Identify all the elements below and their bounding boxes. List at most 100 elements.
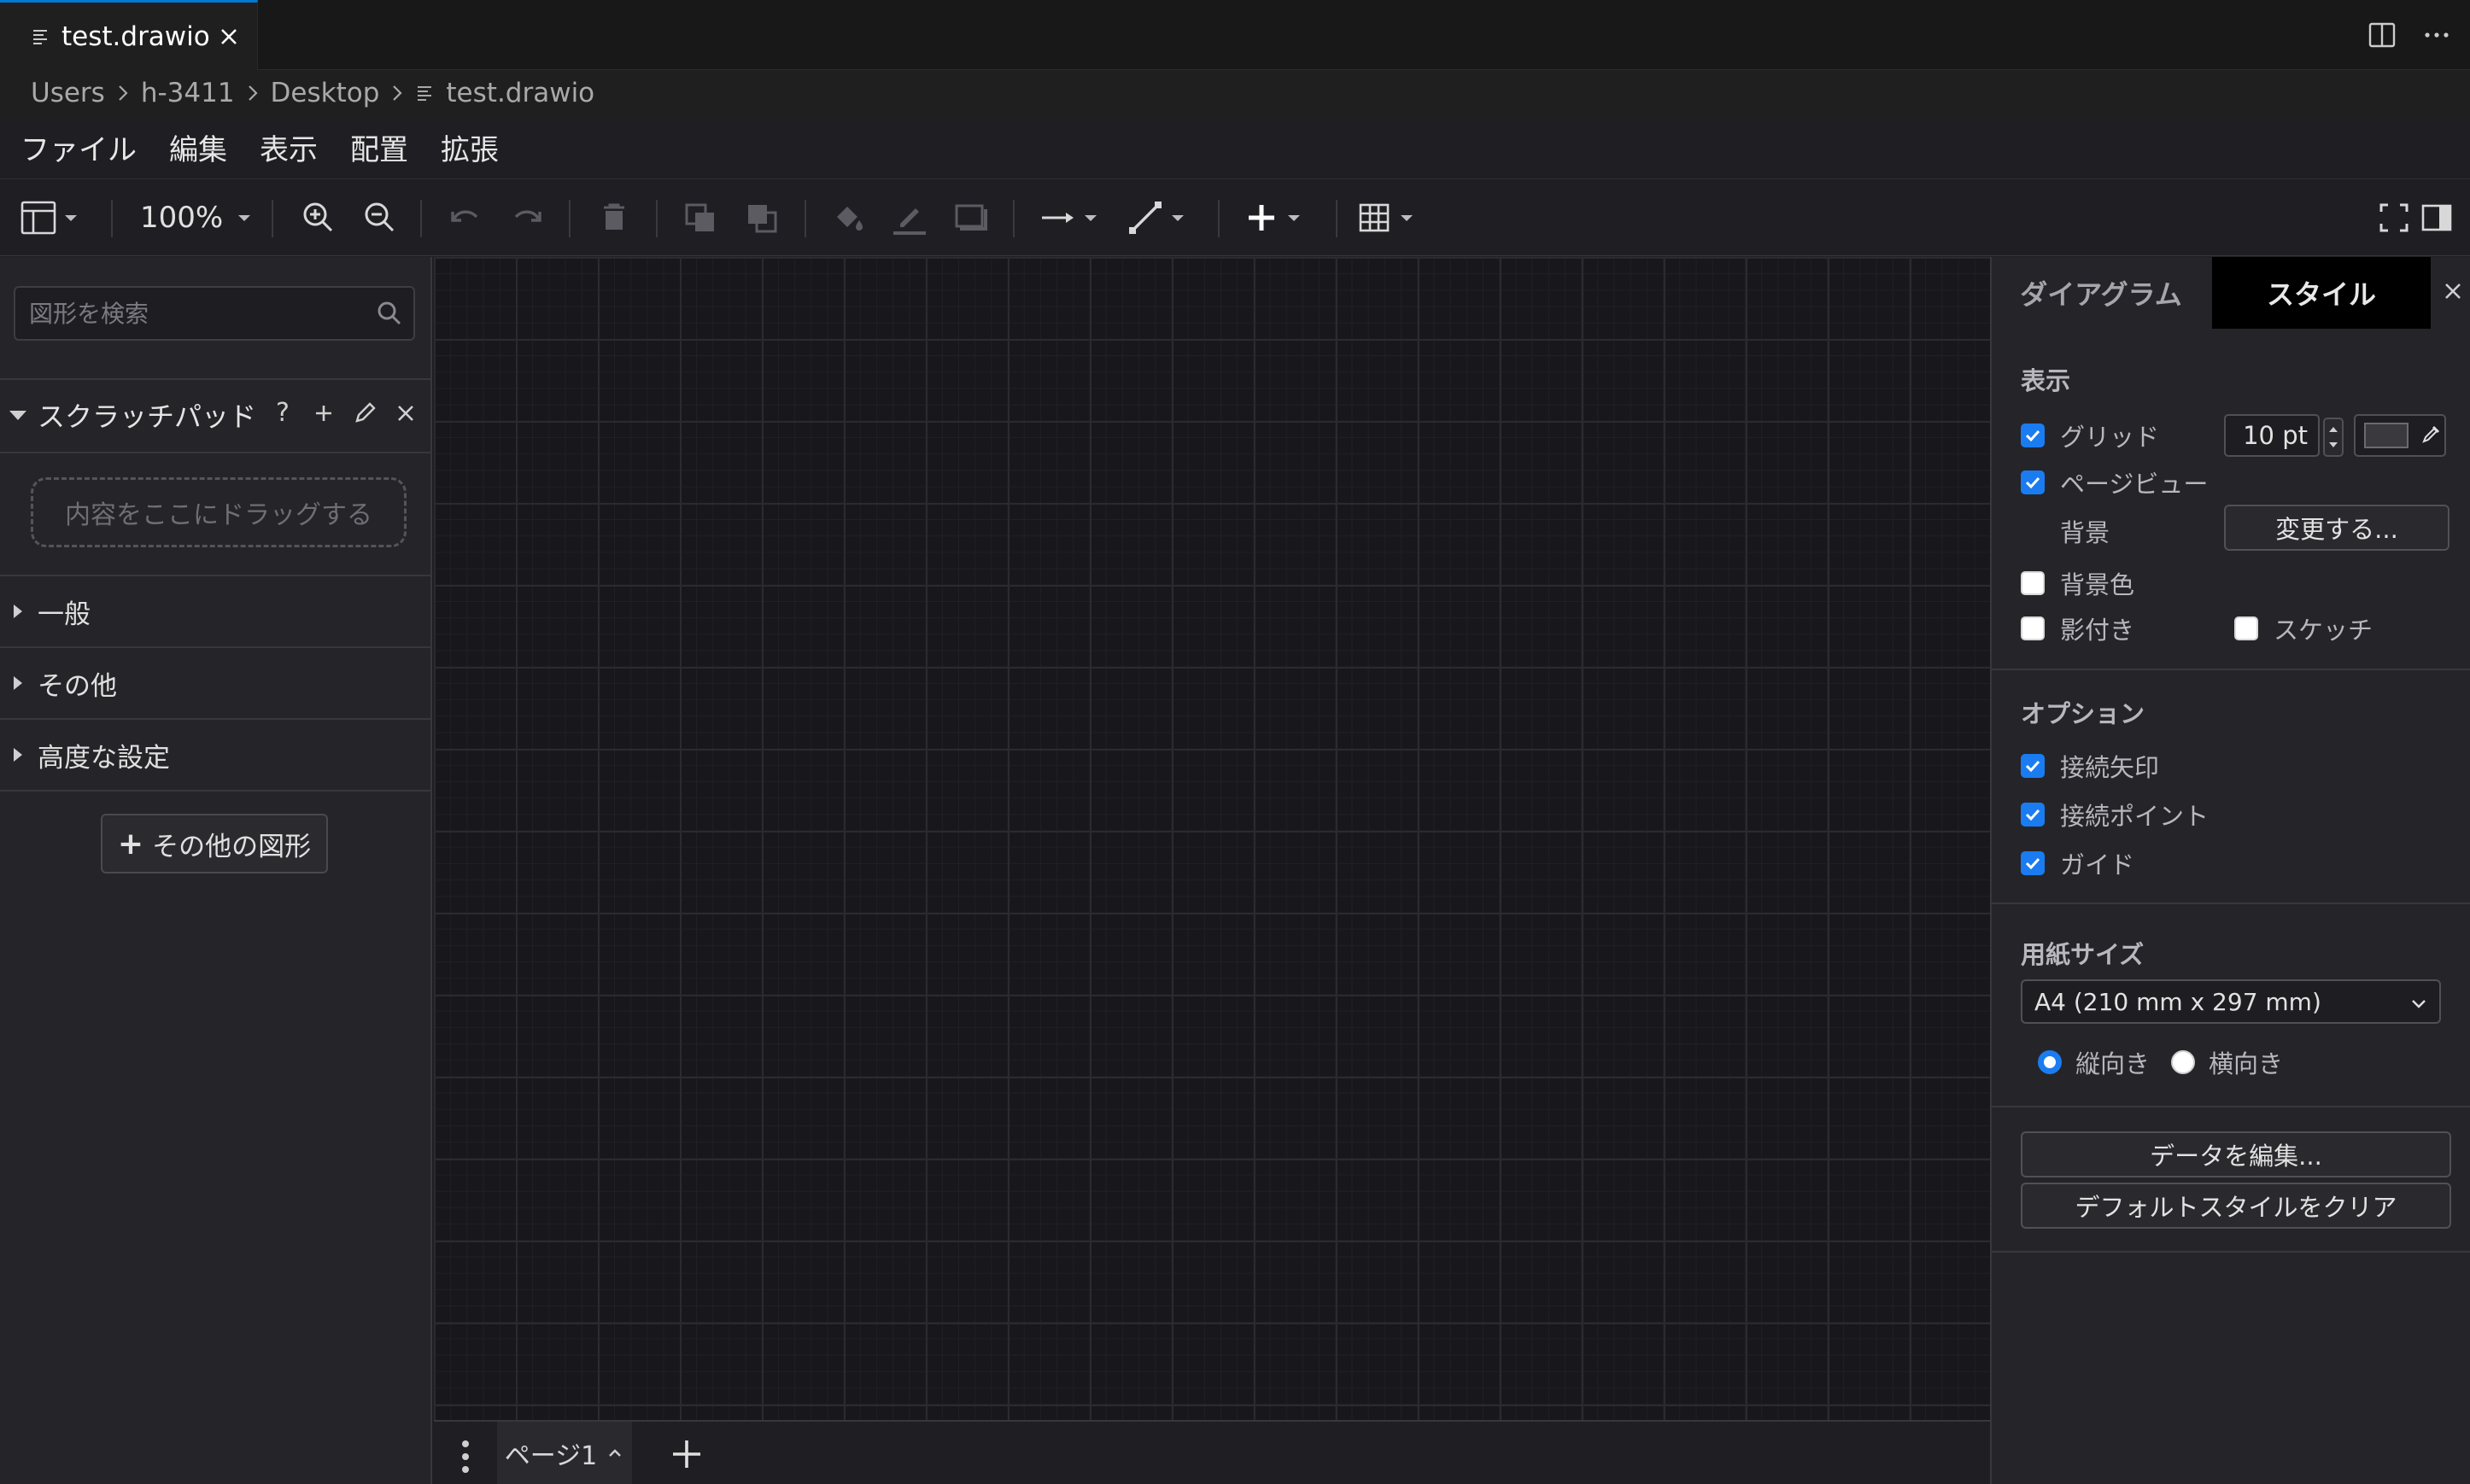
grid-size-input[interactable]: 10 pt	[2224, 414, 2320, 457]
menu-extras[interactable]: 拡張	[441, 126, 499, 168]
more-actions-icon[interactable]	[2420, 19, 2453, 51]
connection-points-checkbox[interactable]	[2021, 803, 2045, 827]
triangle-right-icon	[9, 602, 27, 621]
help-icon[interactable]: ?	[268, 399, 297, 428]
landscape-option[interactable]: 横向き	[2171, 1044, 2283, 1080]
table-button[interactable]	[1355, 198, 1416, 237]
portrait-label: 縦向き	[2075, 1049, 2151, 1078]
add-icon[interactable]	[309, 399, 338, 428]
portrait-option[interactable]: 縦向き	[2038, 1044, 2150, 1080]
split-editor-icon[interactable]	[2366, 19, 2398, 51]
sketch-checkbox[interactable]	[2234, 616, 2258, 640]
redo-button[interactable]	[507, 198, 547, 237]
tab-diagram[interactable]: ダイアグラム	[1992, 257, 2210, 329]
menu-file[interactable]: ファイル	[20, 126, 137, 168]
breadcrumb-item[interactable]: Desktop	[271, 78, 380, 108]
category-advanced[interactable]: 高度な設定	[0, 720, 432, 790]
grid-option[interactable]: グリッド	[2021, 418, 2159, 453]
connection-arrows-checkbox[interactable]	[2021, 754, 2045, 778]
close-icon[interactable]	[391, 399, 420, 428]
to-front-button[interactable]	[682, 198, 721, 237]
tab-style[interactable]: スタイル	[2212, 257, 2431, 329]
waypoints-button[interactable]	[1126, 198, 1187, 237]
toolbar-divider	[272, 200, 273, 237]
zoom-in-button[interactable]	[299, 198, 338, 237]
paper-size-select[interactable]: A4 (210 mm x 297 mm)	[2021, 979, 2441, 1024]
breadcrumb-item[interactable]: h-3411	[141, 78, 235, 108]
shadow-icon	[955, 204, 987, 231]
connection-arrows-option[interactable]: 接続矢印	[2021, 748, 2159, 784]
delete-button[interactable]	[594, 198, 634, 237]
shadow-checkbox[interactable]	[2021, 616, 2045, 640]
undo-button[interactable]	[446, 198, 485, 237]
shadow-option[interactable]: 影付き	[2021, 611, 2134, 646]
background-option: 背景	[2060, 513, 2110, 549]
shadow-label: 影付き	[2060, 616, 2135, 645]
background-color-option[interactable]: 背景色	[2021, 565, 2134, 601]
connection-style-button[interactable]	[1039, 198, 1100, 237]
edit-icon[interactable]	[350, 399, 379, 428]
shape-search	[14, 286, 415, 341]
scratchpad-header[interactable]: スクラッチパッド ?	[0, 378, 432, 452]
menu-arrange[interactable]: 配置	[350, 126, 408, 168]
to-back-button[interactable]	[743, 198, 782, 237]
grid-color-swatch	[2364, 423, 2409, 448]
editor-tab[interactable]: test.drawio	[0, 0, 258, 70]
menu-edit[interactable]: 編集	[169, 126, 227, 168]
zoom-select[interactable]: 100%	[140, 198, 254, 237]
add-page-icon[interactable]	[670, 1437, 704, 1471]
insert-button[interactable]	[1242, 198, 1303, 237]
fill-color-button[interactable]	[828, 198, 868, 237]
triangle-right-icon	[9, 745, 27, 764]
grid-color-picker[interactable]	[2354, 414, 2446, 457]
menu-view[interactable]: 表示	[260, 126, 318, 168]
page-tab[interactable]: ページ1	[497, 1422, 632, 1484]
search-icon[interactable]	[374, 298, 405, 329]
view-layout-button[interactable]	[19, 198, 80, 237]
breadcrumb-item[interactable]: test.drawio	[446, 78, 594, 108]
chevron-right-icon	[110, 80, 136, 106]
triangle-right-icon	[9, 674, 27, 692]
grid-checkbox[interactable]	[2021, 424, 2045, 447]
category-misc[interactable]: その他	[0, 648, 432, 718]
diagram-canvas[interactable]	[434, 257, 1990, 1420]
guides-option[interactable]: ガイド	[2021, 845, 2134, 881]
edit-data-button[interactable]: データを編集...	[2021, 1131, 2451, 1177]
to-front-icon	[685, 203, 714, 231]
landscape-label: 横向き	[2209, 1049, 2284, 1078]
close-icon[interactable]	[217, 25, 241, 49]
more-shapes-button[interactable]: + その他の図形	[101, 814, 328, 873]
chevron-up-icon[interactable]	[606, 1444, 624, 1463]
zoom-out-button[interactable]	[360, 198, 400, 237]
file-lines-icon	[415, 84, 434, 102]
table-icon	[1359, 203, 1390, 232]
guides-label: ガイド	[2060, 850, 2135, 879]
category-general[interactable]: 一般	[0, 576, 432, 646]
clear-default-style-button[interactable]: デフォルトスタイルをクリア	[2021, 1183, 2451, 1229]
shadow-button[interactable]	[951, 198, 991, 237]
spinner-icon[interactable]	[2323, 418, 2344, 457]
close-icon[interactable]	[2436, 274, 2470, 308]
scratchpad-title: スクラッチパッド	[38, 400, 257, 433]
divider	[0, 790, 432, 792]
change-background-button[interactable]: 変更する...	[2224, 505, 2450, 551]
scratchpad-dropzone[interactable]: 内容をここにドラッグする	[31, 477, 407, 547]
guides-checkbox[interactable]	[2021, 851, 2045, 875]
page-view-option[interactable]: ページビュー	[2021, 464, 2208, 500]
sketch-option[interactable]: スケッチ	[2234, 611, 2373, 646]
fullscreen-button[interactable]	[2374, 198, 2414, 237]
category-label: その他	[38, 670, 117, 702]
connection-arrows-label: 接続矢印	[2060, 753, 2160, 782]
divider	[1992, 669, 2470, 670]
landscape-radio[interactable]	[2171, 1050, 2195, 1074]
page-menu-icon[interactable]	[459, 1437, 471, 1476]
portrait-radio[interactable]	[2038, 1050, 2062, 1074]
paint-bucket-icon	[837, 207, 863, 231]
line-color-button[interactable]	[890, 198, 929, 237]
page-view-checkbox[interactable]	[2021, 470, 2045, 494]
connection-points-option[interactable]: 接続ポイント	[2021, 797, 2209, 833]
shape-search-input[interactable]	[15, 288, 357, 339]
background-color-checkbox[interactable]	[2021, 571, 2045, 595]
format-panel-toggle[interactable]	[2417, 198, 2456, 237]
breadcrumb-item[interactable]: Users	[31, 78, 105, 108]
